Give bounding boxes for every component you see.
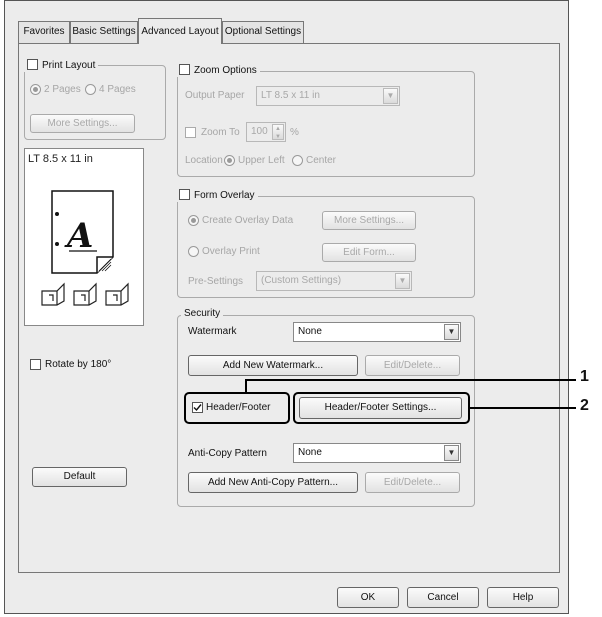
presettings-select[interactable]: (Custom Settings) ▼: [256, 271, 412, 291]
chevron-down-icon: ▼: [444, 445, 459, 461]
zoom-value: 100: [251, 126, 268, 137]
rotate-180-label: Rotate by 180°: [45, 359, 112, 370]
preview-paper-label: LT 8.5 x 11 in: [28, 153, 93, 165]
chevron-down-icon: ▼: [383, 88, 398, 104]
edit-form-button[interactable]: Edit Form...: [322, 243, 416, 262]
print-layout-checkbox[interactable]: [27, 59, 38, 70]
default-button[interactable]: Default: [32, 467, 127, 487]
radio-4-pages-label: 4 Pages: [99, 84, 136, 95]
paper-orientation-icons: [41, 282, 129, 306]
watermark-select[interactable]: None ▼: [293, 322, 461, 342]
layout-more-settings-button[interactable]: More Settings...: [30, 114, 135, 133]
rotate-180-checkbox[interactable]: [30, 359, 41, 370]
zoom-options-title: Zoom Options: [176, 64, 260, 77]
anticopy-edit-delete-button[interactable]: Edit/Delete...: [365, 472, 460, 493]
print-layout-label: Print Layout: [42, 60, 96, 71]
tab-optional-settings[interactable]: Optional Settings: [222, 21, 304, 43]
presettings-value: (Custom Settings): [261, 275, 342, 286]
output-paper-value: LT 8.5 x 11 in: [261, 90, 320, 101]
form-overlay-checkbox[interactable]: [179, 189, 190, 200]
help-button[interactable]: Help: [487, 587, 559, 608]
watermark-edit-delete-button[interactable]: Edit/Delete...: [365, 355, 460, 376]
upper-left-label: Upper Left: [238, 155, 285, 166]
checkmark-icon: [193, 404, 202, 412]
watermark-value: None: [298, 326, 322, 337]
security-title: Security: [181, 308, 224, 320]
tab-advanced-layout[interactable]: Advanced Layout: [138, 18, 222, 44]
presettings-label: Pre-Settings: [188, 276, 244, 287]
anticopy-select[interactable]: None ▼: [293, 443, 461, 463]
create-overlay-label: Create Overlay Data: [202, 215, 294, 226]
tab-basic-settings[interactable]: Basic Settings: [70, 21, 138, 43]
add-anticopy-button[interactable]: Add New Anti-Copy Pattern...: [188, 472, 358, 493]
radio-upper-left[interactable]: [224, 155, 235, 166]
radio-create-overlay[interactable]: [188, 215, 199, 226]
anticopy-label: Anti-Copy Pattern: [188, 448, 267, 459]
layout-preview: LT 8.5 x 11 in A: [24, 148, 144, 326]
zoom-options-checkbox[interactable]: [179, 64, 190, 75]
chevron-down-icon: ▼: [395, 273, 410, 289]
overlay-more-settings-button[interactable]: More Settings...: [322, 211, 416, 230]
preview-illustration: A: [51, 190, 114, 274]
form-overlay-label: Form Overlay: [194, 190, 255, 201]
preview-letter: A: [64, 216, 93, 256]
ok-button[interactable]: OK: [337, 587, 399, 608]
callout-number-1: 1: [580, 368, 589, 385]
header-footer-label: Header/Footer: [206, 402, 271, 413]
zoom-percent-label: %: [290, 127, 299, 138]
radio-2-pages[interactable]: [30, 84, 41, 95]
spinner-arrows-icon: ▲ ▼: [272, 124, 284, 140]
anticopy-value: None: [298, 447, 322, 458]
cancel-button[interactable]: Cancel: [407, 587, 479, 608]
print-layout-title: Print Layout: [24, 59, 99, 72]
zoom-to-checkbox[interactable]: [185, 127, 196, 138]
zoom-value-spinner[interactable]: 100 ▲ ▼: [246, 122, 286, 142]
form-overlay-title: Form Overlay: [176, 189, 258, 202]
watermark-label: Watermark: [188, 326, 237, 337]
add-watermark-button[interactable]: Add New Watermark...: [188, 355, 358, 376]
radio-center[interactable]: [292, 155, 303, 166]
callout-leader-2: [470, 407, 576, 409]
overlay-print-label: Overlay Print: [202, 246, 260, 257]
callout-number-2: 2: [580, 397, 589, 414]
zoom-options-label: Zoom Options: [194, 65, 257, 76]
location-label: Location: [185, 155, 223, 166]
callout-leader-1: [245, 379, 576, 381]
radio-overlay-print[interactable]: [188, 246, 199, 257]
radio-4-pages[interactable]: [85, 84, 96, 95]
header-footer-settings-button[interactable]: Header/Footer Settings...: [299, 397, 462, 419]
output-paper-select[interactable]: LT 8.5 x 11 in ▼: [256, 86, 400, 106]
chevron-down-icon: ▼: [444, 324, 459, 340]
callout-leader-1-drop: [245, 379, 247, 393]
radio-2-pages-label: 2 Pages: [44, 84, 81, 95]
zoom-to-label: Zoom To: [201, 127, 240, 138]
output-paper-label: Output Paper: [185, 90, 245, 101]
center-label: Center: [306, 155, 337, 166]
tab-favorites[interactable]: Favorites: [18, 21, 70, 43]
header-footer-checkbox[interactable]: [192, 402, 203, 413]
